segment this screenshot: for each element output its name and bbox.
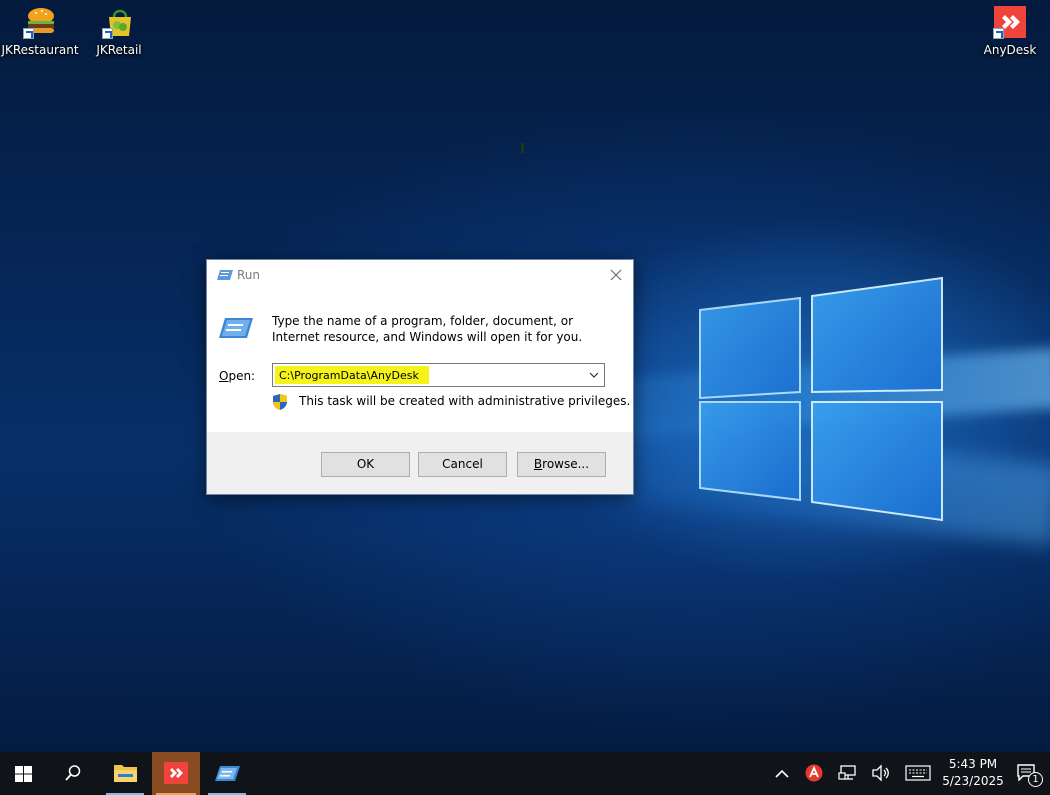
desktop-icon-jkretail[interactable]: JKRetail: [79, 5, 159, 57]
taskbar-run[interactable]: [204, 752, 250, 795]
search-icon: [65, 765, 81, 781]
shopping-bag-shortcut-icon: [102, 5, 136, 39]
volume-icon[interactable]: [871, 764, 891, 782]
keyboard-icon[interactable]: [905, 765, 931, 781]
run-app-icon: [215, 766, 240, 781]
close-icon[interactable]: [607, 266, 625, 284]
desktop-icon-label: JKRestaurant: [1, 43, 79, 57]
chevron-up-icon[interactable]: [774, 767, 790, 781]
network-icon[interactable]: [838, 764, 858, 782]
taskbar: 5:43 PM 5/23/2025 1: [0, 752, 1050, 795]
windows-start-icon: [15, 766, 32, 782]
run-dialog-footer: OK Cancel Browse...: [207, 432, 633, 494]
clock-time[interactable]: 5:43 PM: [941, 757, 1005, 771]
cancel-button[interactable]: Cancel: [418, 452, 507, 477]
notification-badge: 1: [1028, 772, 1043, 787]
uac-shield-icon: [273, 394, 287, 410]
run-dialog-description: Type the name of a program, folder, docu…: [272, 314, 583, 344]
run-titlebar[interactable]: Run: [207, 260, 633, 290]
taskbar-anydesk[interactable]: [152, 752, 200, 795]
desktop-icon-label: AnyDesk: [983, 43, 1037, 57]
run-app-icon: [217, 270, 233, 280]
ok-button[interactable]: OK: [321, 452, 410, 477]
clock-date[interactable]: 5/23/2025: [941, 774, 1005, 788]
anydesk-shortcut-icon: [993, 5, 1027, 39]
open-label: Open:: [219, 369, 256, 383]
anydesk-icon: [164, 762, 188, 784]
run-dialog-title: Run: [237, 268, 261, 282]
antivirus-tray-icon[interactable]: [804, 763, 824, 783]
run-program-icon: [219, 318, 253, 338]
windows-logo-wallpaper: [699, 276, 943, 522]
desktop-icon-label: JKRetail: [96, 43, 142, 57]
desktop-icon-jkrestaurant[interactable]: JKRestaurant: [0, 5, 80, 57]
open-combobox[interactable]: [272, 363, 605, 387]
search-button[interactable]: [48, 752, 96, 795]
chevron-down-icon[interactable]: [587, 368, 601, 382]
action-center-button[interactable]: 1: [1015, 752, 1045, 795]
run-dialog-body: Type the name of a program, folder, docu…: [207, 290, 633, 432]
browse-button[interactable]: Browse...: [517, 452, 606, 477]
open-input[interactable]: [274, 365, 580, 385]
taskbar-file-explorer[interactable]: [102, 752, 148, 795]
folder-icon: [114, 765, 137, 782]
burger-shortcut-icon: [23, 5, 57, 39]
desktop-icon-anydesk[interactable]: AnyDesk: [970, 5, 1050, 57]
run-dialog: Run Type the name of a program, folder, …: [206, 259, 634, 495]
desktop-cursor: [521, 143, 524, 153]
start-button[interactable]: [0, 752, 46, 795]
admin-privileges-text: This task will be created with administr…: [299, 394, 631, 408]
